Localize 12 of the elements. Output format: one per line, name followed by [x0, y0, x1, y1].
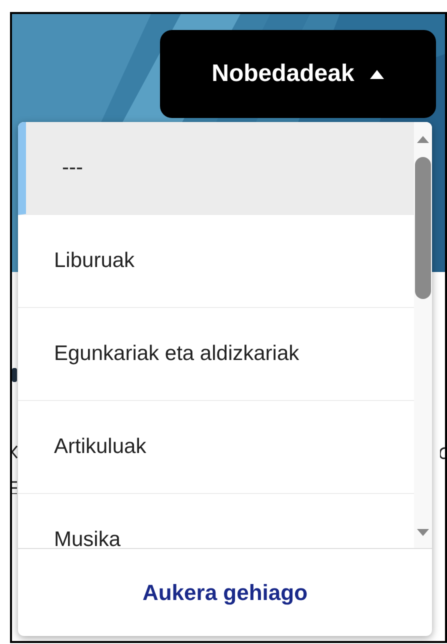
more-options-link[interactable]: Aukera gehiago: [142, 576, 308, 609]
cut-off-text-drawing: [440, 446, 445, 460]
scroll-down-icon[interactable]: [417, 529, 429, 536]
menu-option[interactable]: Artikuluak: [18, 401, 414, 494]
scroll-thumb[interactable]: [415, 157, 431, 299]
menu-button[interactable]: Nobedadeak: [160, 30, 436, 118]
scroll-up-icon[interactable]: [417, 136, 429, 143]
menu-option[interactable]: ---: [18, 122, 414, 215]
menu-option[interactable]: Liburuak: [18, 215, 414, 308]
scrollbar[interactable]: [414, 122, 432, 548]
caret-up-icon: [370, 70, 384, 78]
menu-option[interactable]: Egunkariak eta aldizkariak: [18, 308, 414, 401]
